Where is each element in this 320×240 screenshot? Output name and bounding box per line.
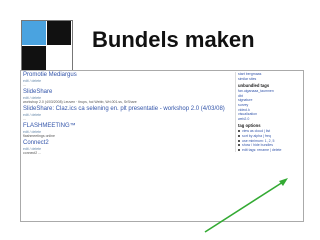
pointer-arrow-icon bbox=[204, 178, 288, 233]
